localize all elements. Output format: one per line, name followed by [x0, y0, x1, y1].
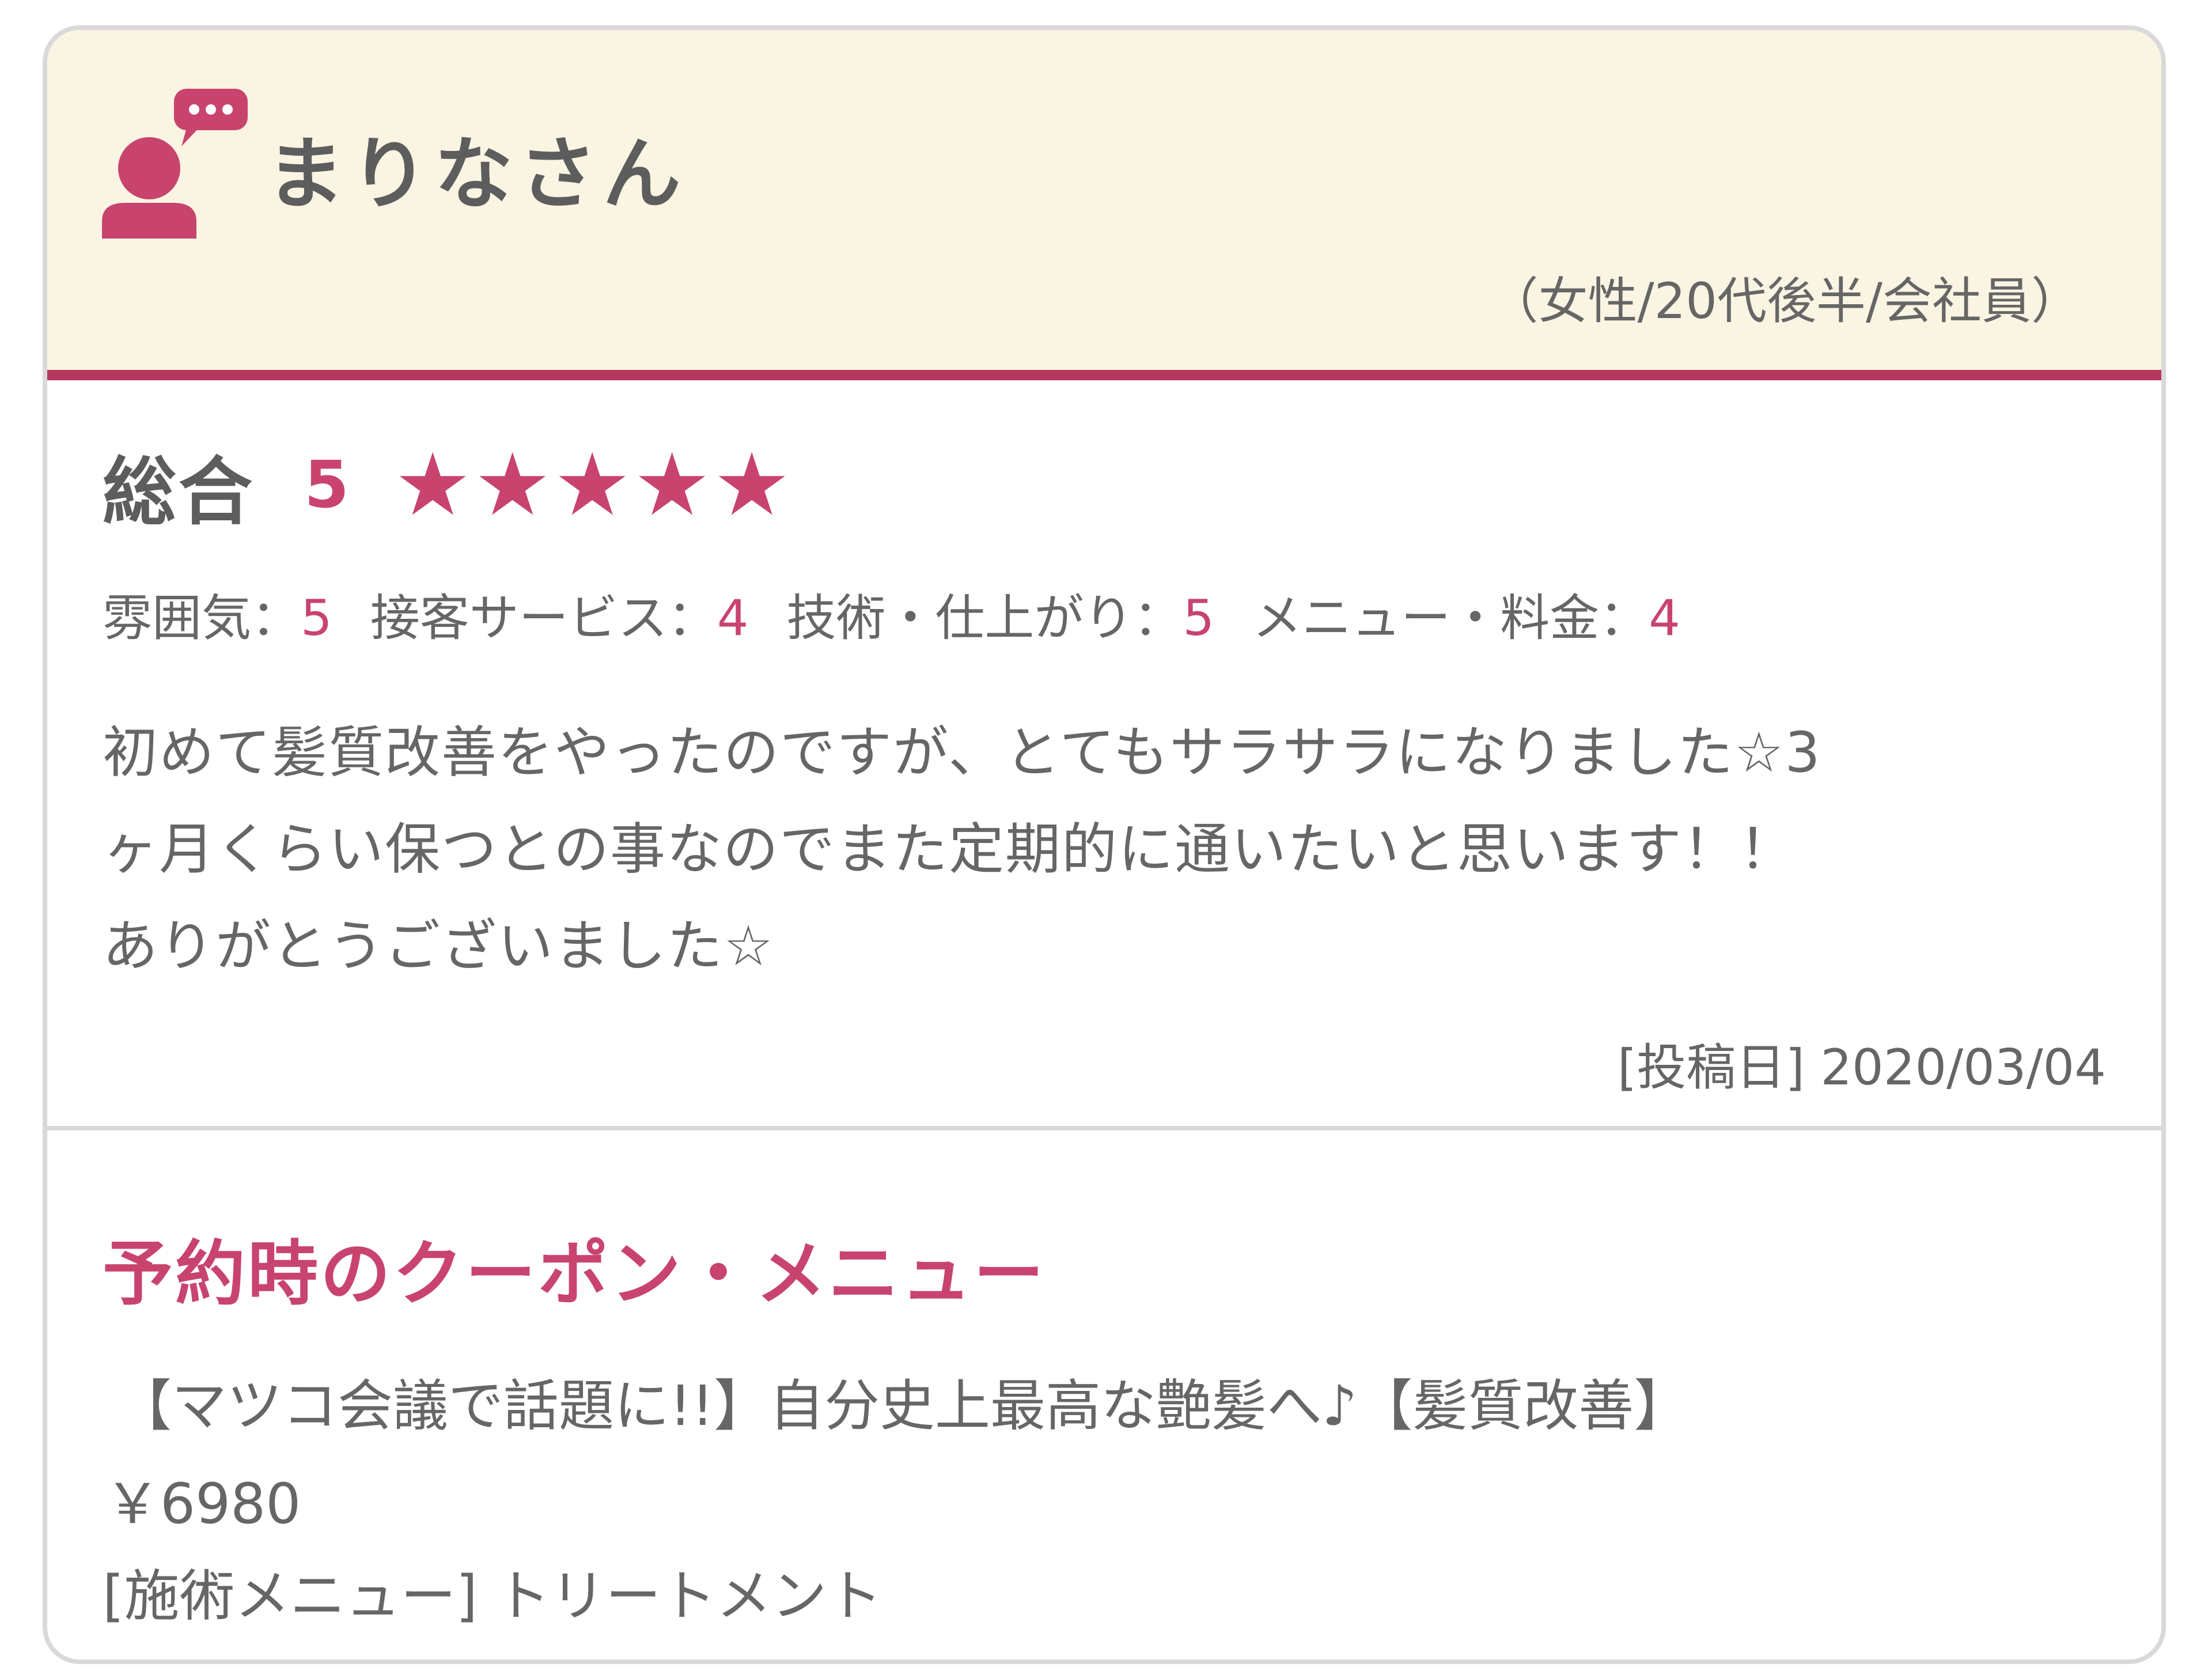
- sub-rating-label: 接客サービス：: [370, 589, 717, 647]
- treatment-menu: [施術メニュー] トリートメント: [103, 1564, 882, 1628]
- review-text-line: ありがとうございました☆: [103, 914, 775, 978]
- star-icon: ★: [474, 435, 551, 535]
- sub-rating-label: 技術・仕上がり：: [786, 589, 1183, 647]
- review-text-line: ヶ月くらい保つとの事なのでまた定期的に通いたいと思います！！: [103, 817, 1796, 882]
- star-rating: ★ ★ ★ ★ ★: [394, 442, 793, 528]
- sub-rating-technique: 技術・仕上がり：5: [786, 577, 1214, 649]
- coupon-price: ￥6980: [105, 1472, 301, 1536]
- sub-rating-label: 雰囲気：: [103, 589, 301, 647]
- sub-rating-menu-price: メニュー・料金：4: [1252, 577, 1680, 649]
- overall-score: 5: [304, 448, 349, 523]
- reviewer-profile: （女性/20代後半/会社員）: [1488, 273, 2081, 330]
- sub-rating-value: 4: [1649, 589, 1680, 647]
- star-icon: ★: [713, 435, 791, 535]
- post-date: [投稿日] 2020/03/04: [1617, 1039, 2106, 1096]
- sub-rating-label: メニュー・料金：: [1252, 589, 1649, 647]
- star-icon: ★: [633, 435, 711, 535]
- reviewer-name: まりなさん: [266, 129, 687, 220]
- star-icon: ★: [553, 435, 631, 535]
- reviewer-chat-icon: [102, 89, 248, 239]
- review-text-line: 初めて髪質改善をやったのですが、とてもサラサラになりました☆3: [103, 720, 1821, 785]
- section-divider: [47, 1126, 2161, 1130]
- coupon-name: 【マツコ会議で話題に!!】自分史上最高な艶髪へ♪【髪質改善】: [116, 1374, 1690, 1438]
- sub-rating-value: 5: [1183, 589, 1215, 647]
- review-card: まりなさん （女性/20代後半/会社員） 総合 5 ★ ★ ★ ★ ★ 雰囲気：…: [43, 25, 2166, 1664]
- overall-label: 総合: [103, 449, 255, 535]
- sub-rating-value: 4: [717, 589, 749, 647]
- sub-rating-value: 5: [301, 589, 332, 647]
- overall-rating: 総合 5 ★ ★ ★ ★ ★: [103, 439, 793, 535]
- sub-ratings: 雰囲気：5 接客サービス：4 技術・仕上がり：5 メニュー・料金：4: [103, 577, 1718, 649]
- star-icon: ★: [393, 435, 472, 535]
- coupon-section-title: 予約時のクーポン・メニュー: [103, 1233, 1046, 1315]
- sub-rating-service: 接客サービス：4: [370, 577, 749, 649]
- review-text: 初めて髪質改善をやったのですが、とてもサラサラになりました☆3 ヶ月くらい保つと…: [103, 704, 2107, 995]
- reviewer-header: まりなさん （女性/20代後半/会社員）: [47, 30, 2161, 380]
- sub-rating-atmosphere: 雰囲気：5: [103, 577, 332, 649]
